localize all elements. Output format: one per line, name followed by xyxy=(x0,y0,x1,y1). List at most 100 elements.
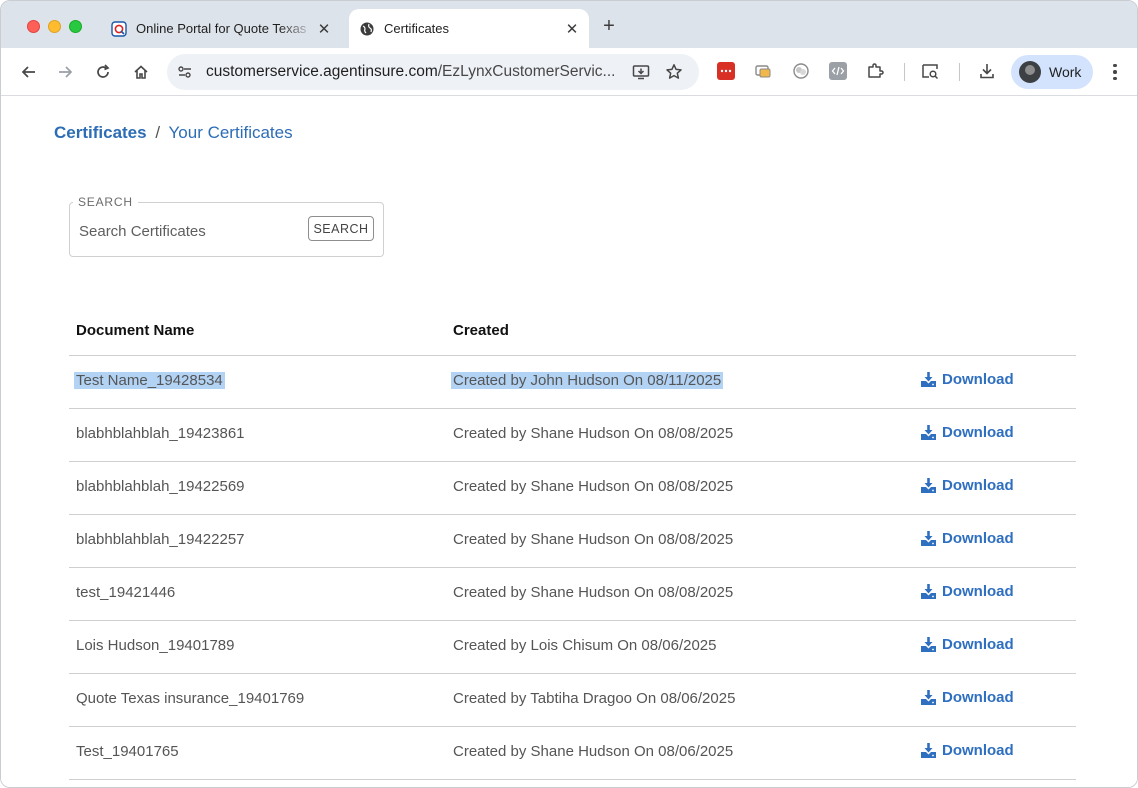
search-button[interactable]: SEARCH xyxy=(308,216,374,241)
table-body: Test Name_19428534 Created by John Hudson… xyxy=(69,356,1076,780)
download-label: Download xyxy=(942,636,1014,653)
install-app-icon[interactable] xyxy=(632,63,650,81)
toolbar-divider xyxy=(959,63,960,81)
profile-button[interactable]: Work xyxy=(1011,55,1093,89)
download-icon xyxy=(920,530,937,547)
forward-arrow-icon[interactable] xyxy=(53,60,77,84)
document-name-cell: Test_19401765 xyxy=(76,743,179,760)
toolbar-divider xyxy=(904,63,905,81)
created-cell: Created by Shane Hudson On 08/08/2025 xyxy=(453,425,734,442)
code-extension-icon[interactable] xyxy=(829,62,847,80)
breadcrumb-certificates-link[interactable]: Certificates xyxy=(54,123,147,142)
tab-title: Online Portal for Quote Texas xyxy=(136,21,307,36)
download-label: Download xyxy=(942,742,1014,759)
globe-icon xyxy=(359,21,375,37)
certificates-table: Document Name Created Test Name_19428534… xyxy=(69,309,1076,780)
tab-strip: Online Portal for Quote Texas ✕ Certific… xyxy=(1,1,1137,48)
cloud-extension-icon[interactable] xyxy=(792,62,810,80)
created-cell: Created by Lois Chisum On 08/06/2025 xyxy=(453,637,717,654)
table-row: blabhblahblah_19422569 Created by Shane H… xyxy=(69,462,1076,515)
download-label: Download xyxy=(942,689,1014,706)
browser-toolbar: customerservice.agentinsure.com/EzLynxCu… xyxy=(1,48,1137,96)
download-link[interactable]: Download xyxy=(920,371,1014,388)
document-name-cell: blabhblahblah_19422569 xyxy=(76,478,245,495)
close-window-button[interactable] xyxy=(27,20,40,33)
tab-online-portal[interactable]: Online Portal for Quote Texas ✕ xyxy=(101,9,341,48)
search-fieldset: SEARCH SEARCH xyxy=(69,195,384,257)
document-name-cell: Test Name_19428534 xyxy=(74,372,225,389)
download-label: Download xyxy=(942,583,1014,600)
table-row: test_19421446 Created by Shane Hudson On … xyxy=(69,568,1076,621)
breadcrumb: Certificates / Your Certificates xyxy=(54,123,293,143)
download-link[interactable]: Download xyxy=(920,530,1014,547)
extensions-puzzle-icon[interactable] xyxy=(866,62,884,80)
breadcrumb-current: Your Certificates xyxy=(168,123,293,142)
document-name-cell: test_19421446 xyxy=(76,584,176,601)
download-icon xyxy=(920,477,937,494)
url-path: /EzLynxCustomerServic... xyxy=(437,63,616,80)
screen-extension-icon[interactable] xyxy=(754,62,772,80)
document-name-cell: blabhblahblah_19423861 xyxy=(76,425,245,442)
red-extension-icon[interactable] xyxy=(717,62,735,80)
page-content: Certificates / Your Certificates SEARCH … xyxy=(1,97,1137,787)
url-host: customerservice.agentinsure.com xyxy=(206,63,438,80)
download-link[interactable]: Download xyxy=(920,424,1014,441)
download-link[interactable]: Download xyxy=(920,477,1014,494)
search-legend: SEARCH xyxy=(73,195,138,209)
column-header-created: Created xyxy=(453,322,509,339)
address-bar[interactable]: customerservice.agentinsure.com/EzLynxCu… xyxy=(167,54,699,90)
profile-label: Work xyxy=(1049,64,1082,80)
portal-favicon-icon xyxy=(111,20,127,37)
document-name-cell: Lois Hudson_19401789 xyxy=(76,637,235,654)
back-arrow-icon[interactable] xyxy=(17,60,41,84)
download-link[interactable]: Download xyxy=(920,583,1014,600)
document-name-cell: blabhblahblah_19422257 xyxy=(76,531,245,548)
table-header: Document Name Created xyxy=(69,309,1076,356)
table-row: Lois Hudson_19401789 Created by Lois Chis… xyxy=(69,621,1076,674)
download-label: Download xyxy=(942,371,1014,388)
download-icon xyxy=(920,636,937,653)
download-link[interactable]: Download xyxy=(920,689,1014,706)
reload-icon[interactable] xyxy=(91,60,115,84)
tab-close-icon[interactable]: ✕ xyxy=(563,20,581,38)
breadcrumb-separator: / xyxy=(155,123,161,142)
created-cell: Created by Shane Hudson On 08/06/2025 xyxy=(453,743,734,760)
download-link[interactable]: Download xyxy=(920,636,1014,653)
download-icon xyxy=(920,742,937,759)
download-link[interactable]: Download xyxy=(920,742,1014,759)
created-cell: Created by John Hudson On 08/11/2025 xyxy=(451,372,724,389)
browser-menu-icon[interactable] xyxy=(1105,60,1125,84)
tab-title: Certificates xyxy=(384,21,450,36)
table-row: Test_19401765 Created by Shane Hudson On … xyxy=(69,727,1076,780)
search-input[interactable] xyxy=(79,223,304,240)
table-row: Test Name_19428534 Created by John Hudson… xyxy=(69,356,1076,409)
site-settings-icon[interactable] xyxy=(177,64,193,80)
home-icon[interactable] xyxy=(129,60,153,84)
created-cell: Created by Shane Hudson On 08/08/2025 xyxy=(453,531,734,548)
avatar xyxy=(1019,61,1041,83)
created-cell: Created by Shane Hudson On 08/08/2025 xyxy=(453,584,734,601)
download-label: Download xyxy=(942,424,1014,441)
tab-certificates[interactable]: Certificates ✕ xyxy=(349,9,589,48)
table-row: blabhblahblah_19422257 Created by Shane H… xyxy=(69,515,1076,568)
maximize-window-button[interactable] xyxy=(69,20,82,33)
bookmark-star-icon[interactable] xyxy=(665,63,683,81)
download-icon xyxy=(920,424,937,441)
created-cell: Created by Tabtiha Dragoo On 08/06/2025 xyxy=(453,690,736,707)
download-label: Download xyxy=(942,530,1014,547)
tab-close-icon[interactable]: ✕ xyxy=(315,20,333,38)
table-row: blabhblahblah_19423861 Created by Shane H… xyxy=(69,409,1076,462)
column-header-document-name: Document Name xyxy=(76,322,195,339)
created-cell: Created by Shane Hudson On 08/08/2025 xyxy=(453,478,734,495)
table-row: Quote Texas insurance_19401769 Created by… xyxy=(69,674,1076,727)
downloads-icon[interactable] xyxy=(978,62,996,80)
browser-window: Online Portal for Quote Texas ✕ Certific… xyxy=(0,0,1138,788)
document-name-cell: Quote Texas insurance_19401769 xyxy=(76,690,305,707)
download-icon xyxy=(920,583,937,600)
tab-search-icon[interactable] xyxy=(921,62,939,80)
new-tab-plus-icon[interactable]: + xyxy=(599,16,619,36)
minimize-window-button[interactable] xyxy=(48,20,61,33)
download-icon xyxy=(920,689,937,706)
download-icon xyxy=(920,371,937,388)
download-label: Download xyxy=(942,477,1014,494)
